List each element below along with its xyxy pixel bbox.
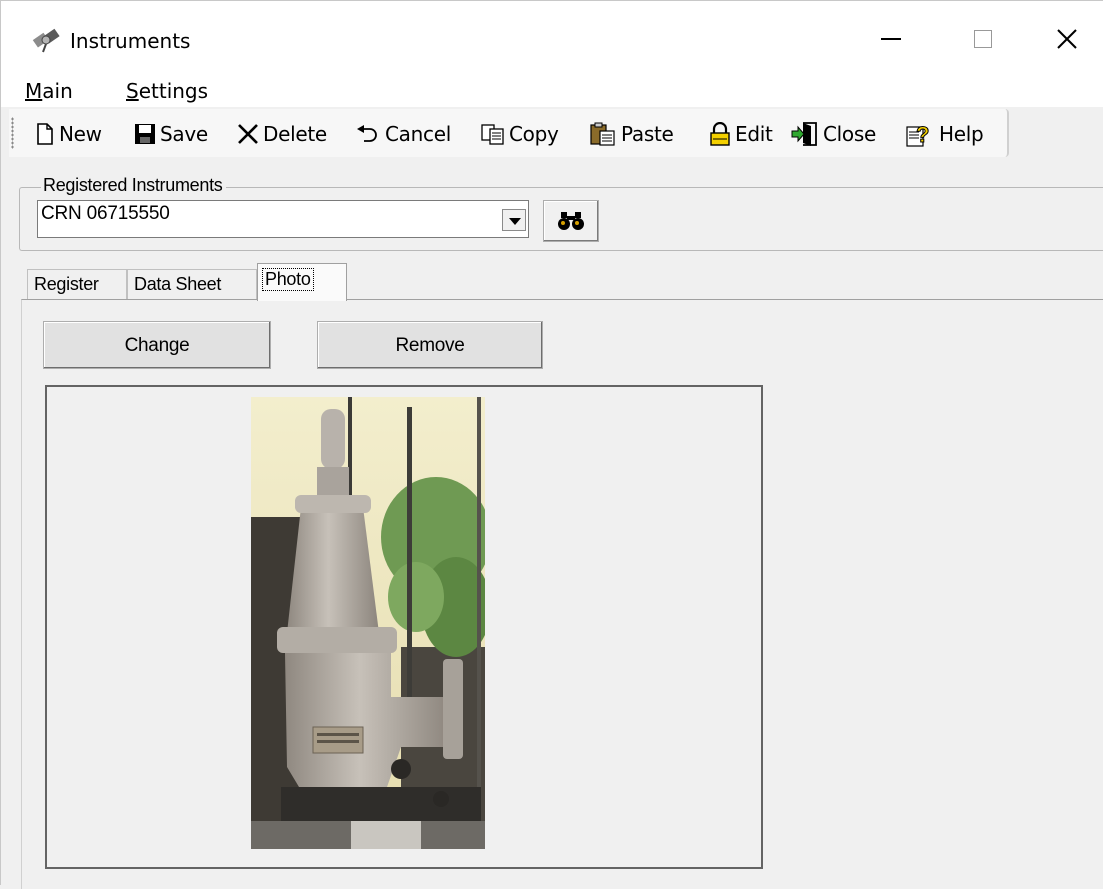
menu-main-label: ain: [42, 79, 73, 103]
remove-photo-button[interactable]: Remove: [317, 321, 543, 369]
padlock-icon: [710, 122, 730, 146]
help-button[interactable]: ? Help: [905, 119, 984, 149]
chevron-down-icon[interactable]: [502, 209, 526, 231]
paste-button-label: Paste: [621, 122, 674, 146]
paste-button[interactable]: Paste: [589, 119, 674, 149]
instrument-combo[interactable]: CRN 06715550: [37, 200, 529, 238]
menu-bar: Main Settings: [1, 77, 1103, 107]
new-document-icon: [37, 123, 53, 145]
close-button[interactable]: Close: [791, 119, 876, 149]
undo-arrow-icon: [357, 125, 377, 142]
instrument-combo-value: CRN 06715550: [41, 203, 170, 224]
help-question-icon: ?: [906, 122, 930, 147]
exit-door-icon: [791, 122, 817, 146]
tab-data-sheet[interactable]: Data Sheet: [127, 269, 257, 299]
binoculars-icon: [558, 212, 584, 230]
pressure-relief-valve-photo: [251, 397, 485, 849]
new-button[interactable]: New: [35, 119, 102, 149]
find-button[interactable]: [543, 200, 599, 242]
save-button-label: Save: [160, 122, 208, 146]
copy-button[interactable]: Copy: [481, 119, 559, 149]
save-button[interactable]: Save: [134, 119, 208, 149]
new-button-label: New: [59, 122, 102, 146]
menu-main-mnemonic: M: [25, 79, 43, 103]
menu-settings-label: ettings: [138, 79, 209, 103]
window-title: Instruments: [70, 29, 191, 53]
satellite-icon: [32, 28, 60, 53]
close-button-label: Close: [823, 122, 876, 146]
minimize-button[interactable]: [845, 1, 937, 77]
floppy-disk-icon: [135, 124, 155, 144]
cancel-button-label: Cancel: [385, 122, 451, 146]
menu-settings[interactable]: Settings: [126, 79, 208, 103]
cancel-button[interactable]: Cancel: [355, 119, 451, 149]
copy-icon: [481, 124, 504, 145]
menu-main[interactable]: Main: [25, 79, 73, 103]
tab-photo[interactable]: Photo: [257, 263, 347, 301]
toolbar-grip[interactable]: [11, 117, 14, 149]
maximize-icon: [974, 30, 992, 48]
svg-text:?: ?: [916, 122, 929, 147]
tab-register[interactable]: Register: [27, 269, 127, 299]
clipboard-icon: [590, 122, 615, 146]
x-mark-icon: [238, 124, 258, 144]
delete-button-label: Delete: [263, 122, 327, 146]
minimize-icon: [881, 38, 901, 40]
maximize-button[interactable]: [937, 1, 1029, 77]
title-bar[interactable]: Instruments: [1, 1, 1103, 77]
tab-photo-label: Photo: [262, 268, 314, 291]
delete-button[interactable]: Delete: [237, 119, 327, 149]
instruments-window: Instruments Main Settings New Save Delet…: [0, 0, 1103, 889]
toolbar: New Save Delete Cancel Copy Paste Edit C…: [9, 109, 1009, 157]
edit-button-label: Edit: [735, 122, 773, 146]
menu-settings-mnemonic: S: [126, 79, 139, 103]
edit-button[interactable]: Edit: [709, 119, 773, 149]
change-photo-button[interactable]: Change: [43, 321, 271, 369]
close-window-button[interactable]: [1029, 1, 1103, 77]
registered-instruments-legend: Registered Instruments: [41, 175, 227, 196]
help-button-label: Help: [939, 122, 984, 146]
close-icon: [1056, 29, 1077, 49]
copy-button-label: Copy: [509, 122, 559, 146]
